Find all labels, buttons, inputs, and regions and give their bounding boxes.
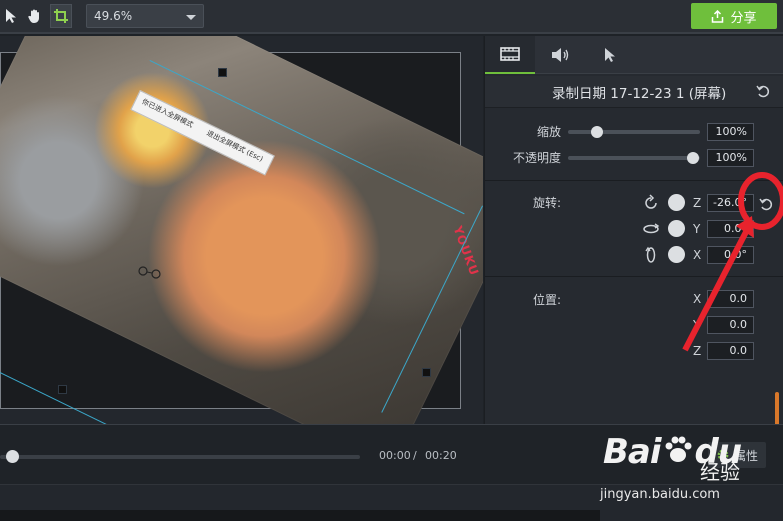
opacity-slider[interactable] — [568, 156, 700, 160]
rotate-z-icon — [645, 194, 657, 209]
tab-audio[interactable] — [535, 36, 585, 74]
film-icon — [500, 47, 520, 61]
rotation-center-handle[interactable] — [137, 264, 163, 280]
position-z-axis: Z — [693, 344, 702, 358]
resize-handle-bottom[interactable] — [58, 385, 67, 394]
panel-tabs — [485, 36, 783, 74]
zoom-value: 49.6% — [94, 9, 133, 23]
playhead-thumb[interactable] — [6, 450, 19, 463]
rotation-label: 旋转: — [532, 196, 561, 210]
rotate-z-axis: Z — [693, 196, 702, 210]
scale-slider[interactable] — [568, 130, 700, 134]
position-z-field[interactable]: 0.0 — [707, 342, 754, 360]
speaker-icon — [552, 48, 569, 62]
rotate-y-field[interactable]: 0.0° — [707, 220, 754, 238]
chevron-down-icon — [186, 15, 196, 20]
position-y-axis: Y — [693, 318, 701, 332]
rotate-z-field[interactable]: -26.0° — [707, 194, 754, 212]
top-toolbar: 49.6% 分享 — [0, 0, 783, 34]
paw-icon — [665, 436, 692, 462]
reset-icon[interactable] — [756, 84, 770, 98]
current-time: 00:00 — [379, 449, 411, 462]
separator — [485, 276, 783, 277]
rotate-x-axis: X — [693, 248, 702, 262]
scale-slider-thumb[interactable] — [591, 126, 603, 138]
clip-title-bar: 录制日期 17-12-23 1 (屏幕) — [485, 76, 783, 108]
resize-handle-right[interactable] — [422, 368, 431, 377]
clip-title: 录制日期 17-12-23 1 (屏幕) — [552, 85, 727, 102]
time-separator: / — [413, 449, 417, 462]
hand-icon — [28, 9, 39, 23]
rotate-y-icon — [643, 223, 660, 234]
tab-visual[interactable] — [485, 36, 535, 74]
crop-tool-button[interactable] — [50, 4, 72, 28]
resize-handle-top[interactable] — [218, 68, 227, 77]
rotate-z-dial[interactable] — [668, 194, 685, 211]
baidu-logo-bai: Bai — [603, 432, 662, 472]
canvas-area[interactable]: 你已进入全屏模式 退出全屏模式 (Esc) YOUKU — [0, 36, 483, 424]
zoom-dropdown[interactable]: 49.6% — [86, 4, 204, 28]
opacity-label: 不透明度 — [512, 151, 561, 165]
rotate-y-axis: Y — [693, 222, 701, 236]
separator — [485, 180, 783, 181]
total-time: 00:20 — [425, 449, 457, 462]
rotate-x-field[interactable]: 0.0° — [707, 246, 754, 264]
pan-tool-button[interactable] — [24, 4, 46, 28]
rotate-y-dial[interactable] — [668, 220, 685, 237]
opacity-field[interactable]: 100% — [707, 149, 754, 167]
scale-label: 缩放 — [536, 125, 561, 139]
rotation-reset-icon[interactable] — [759, 197, 773, 211]
share-button[interactable]: 分享 — [691, 3, 777, 29]
position-label: 位置: — [532, 293, 561, 307]
baidu-jingyan-text: 经验 — [700, 460, 740, 484]
opacity-slider-thumb[interactable] — [687, 152, 699, 164]
bottom-strip — [0, 510, 600, 521]
pointer-icon — [6, 9, 16, 23]
tab-cursor[interactable] — [585, 36, 635, 74]
baidu-url: jingyan.baidu.com — [600, 487, 720, 502]
pointer-tool-button[interactable] — [0, 4, 22, 28]
position-y-field[interactable]: 0.0 — [707, 316, 754, 334]
crop-icon — [54, 9, 68, 23]
position-x-axis: X — [693, 292, 702, 306]
scale-field[interactable]: 100% — [707, 123, 754, 141]
scrub-track[interactable] — [0, 455, 360, 459]
rotate-x-dial[interactable] — [668, 246, 685, 263]
cursor-icon — [605, 48, 615, 62]
position-x-field[interactable]: 0.0 — [707, 290, 754, 308]
share-icon — [712, 9, 724, 23]
share-label: 分享 — [730, 10, 757, 26]
properties-panel: 录制日期 17-12-23 1 (屏幕) 缩放 100% 不透明度 100% 旋… — [484, 36, 783, 424]
rotate-x-icon — [645, 246, 656, 263]
